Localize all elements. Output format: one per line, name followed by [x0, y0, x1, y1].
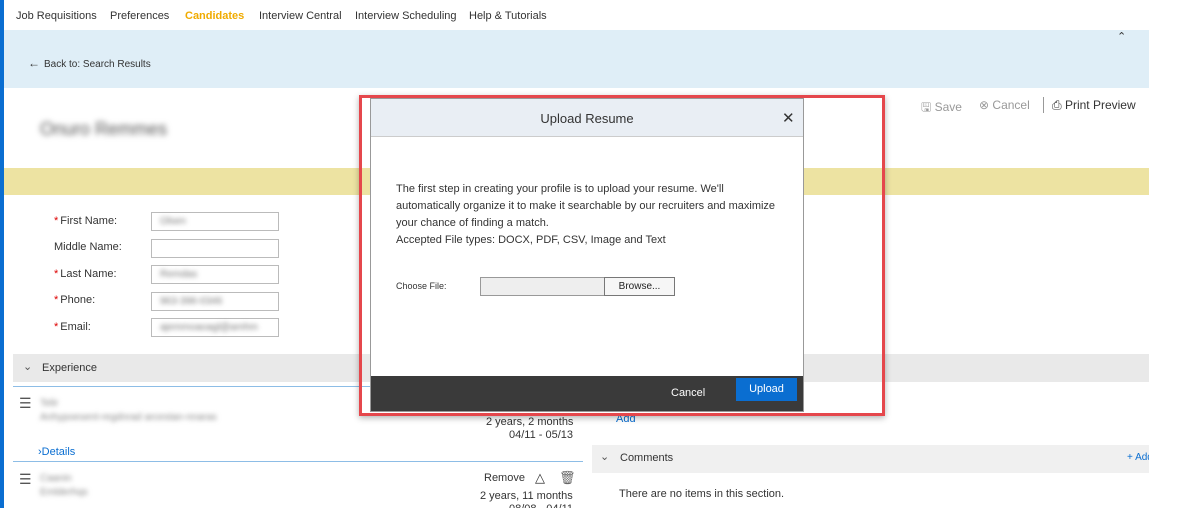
nav-interview-central[interactable]: Interview Central [259, 10, 342, 22]
middle-name-field[interactable] [151, 239, 279, 258]
save-icon: 🖫 [921, 100, 932, 114]
experience-2-dates: 08/08 - 04/11 [509, 503, 573, 508]
experience-2-subtitle: Emlderhqs [40, 487, 88, 498]
chevron-down-icon: ⌄ [600, 451, 610, 463]
arrow-left-icon: ← [28, 56, 40, 70]
cancel-icon: ⊗ [979, 98, 990, 112]
page-edge [1149, 0, 1199, 508]
nav-preferences[interactable]: Preferences [110, 10, 169, 22]
dialog-message: The first step in creating your profile … [396, 183, 776, 246]
file-path-input[interactable] [480, 277, 606, 296]
experience-2-title: Caanin [40, 473, 72, 484]
nav-interview-scheduling[interactable]: Interview Scheduling [355, 10, 457, 22]
top-navigation: Job Requisitions Preferences Candidates … [4, 0, 1149, 30]
nav-job-requisitions[interactable]: Job Requisitions [16, 10, 97, 22]
close-icon[interactable]: ✕ [782, 109, 795, 127]
cancel-button[interactable]: ⊗ Cancel [979, 98, 1030, 112]
experience-1-dates: 04/11 - 05/13 [509, 429, 574, 441]
last-name-label: * Last Name: [54, 268, 117, 280]
choose-file-label: Choose File: [396, 281, 447, 291]
first-name-label: * First Name: [54, 215, 118, 227]
hamburger-icon[interactable]: ☰ [19, 472, 32, 486]
last-name-field[interactable]: Remdas [151, 265, 279, 284]
chevron-down-icon: ⌄ [23, 361, 33, 373]
experience-1-subtitle: Anhypoesent-regdnrad arcestan-nnaras [40, 412, 217, 423]
experience-2-duration: 2 years, 11 months [480, 490, 573, 502]
details-link[interactable]: ›Details [38, 446, 75, 458]
remove-button[interactable]: Remove [484, 472, 525, 484]
comments-section-header[interactable]: ⌄ Comments + Add [592, 445, 1153, 473]
email-label: * Email: [54, 321, 91, 333]
printer-icon: ⎙ [1052, 98, 1062, 112]
nav-candidates[interactable]: Candidates [185, 10, 244, 22]
experience-1-duration: 2 years, 2 months [486, 416, 574, 428]
middle-name-label: Middle Name: [54, 241, 122, 253]
toolbar-divider [1043, 97, 1044, 113]
divider [13, 461, 583, 462]
empty-comments-message: There are no items in this section. [619, 488, 785, 500]
back-to-search-results-link[interactable]: ← Back to: Search Results [28, 56, 151, 70]
dialog-footer: Cancel Upload [371, 376, 803, 411]
first-name-field[interactable]: Olsen [151, 212, 279, 231]
nav-help-tutorials[interactable]: Help & Tutorials [469, 10, 547, 22]
browse-button[interactable]: Browse... [604, 277, 675, 296]
email-field[interactable]: ajemmoaoagl@amhm [151, 318, 279, 337]
phone-field[interactable]: 963-396-0346 [151, 292, 279, 311]
triangle-icon[interactable]: △ [535, 470, 545, 486]
hamburger-icon[interactable]: ☰ [19, 396, 32, 410]
save-button[interactable]: 🖫 Save [921, 98, 962, 119]
trash-icon[interactable]: 🗑 [559, 470, 576, 486]
dialog-header: Upload Resume ✕ [371, 99, 803, 137]
candidate-name: Onuro Remmes [40, 119, 168, 139]
experience-1-title: Telir [40, 398, 59, 409]
print-preview-button[interactable]: ⎙ Print Preview [1052, 98, 1136, 113]
phone-label: * Phone: [54, 294, 96, 306]
upload-button[interactable]: Upload [736, 378, 797, 401]
back-banner: ← Back to: Search Results ⌃ [4, 30, 1149, 88]
dialog-title: Upload Resume [540, 111, 634, 126]
chevron-up-icon[interactable]: ⌃ [1117, 30, 1126, 43]
dialog-cancel-button[interactable]: Cancel [671, 387, 705, 399]
upload-resume-dialog: Upload Resume ✕ The first step in creati… [370, 98, 804, 412]
